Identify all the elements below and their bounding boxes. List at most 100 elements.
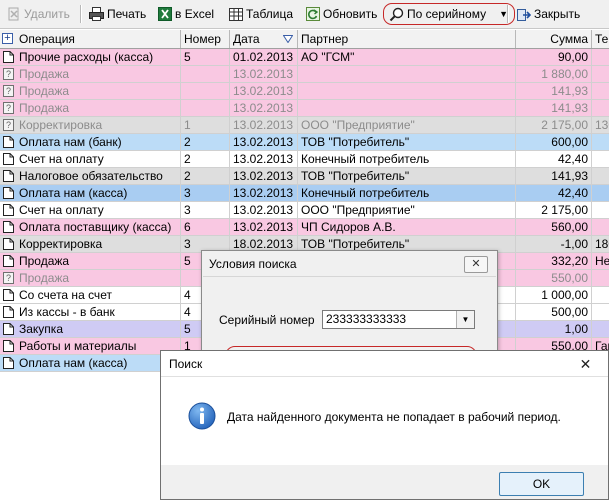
unknown-document-icon: ? (3, 119, 14, 131)
cell-number: 2 (181, 134, 230, 150)
excel-label: в Excel (175, 7, 215, 21)
document-icon (3, 238, 14, 250)
cell-sum: 42,40 (516, 185, 592, 201)
exit-icon (516, 7, 531, 22)
cell-partner: ООО "Предприятие" (298, 202, 516, 218)
cell-sum: 1 000,00 (516, 287, 592, 303)
cell-extra (592, 49, 609, 65)
table-row[interactable]: Налоговое обязательство 2 13.02.2013 ТОВ "П… (0, 168, 609, 185)
close-label: Закрыть (534, 7, 581, 21)
serial-number-combobox[interactable]: 233333333333 ▼ (322, 310, 475, 329)
delete-icon (6, 7, 21, 22)
cell-extra (592, 202, 609, 218)
table-row[interactable]: Счет на оплату 3 13.02.2013 ООО "Предприяти… (0, 202, 609, 219)
serial-search-button[interactable]: По серийному ▼ (383, 3, 515, 25)
serial-number-value[interactable]: 233333333333 (326, 312, 406, 326)
cell-sum: 141,93 (516, 83, 592, 99)
cell-partner (298, 83, 516, 99)
delete-label: Удалить (24, 7, 70, 21)
cell-partner: ТОВ "Потребитель" (298, 134, 516, 150)
table-row[interactable]: Продажа? 13.02.2013 1 880,00 (0, 66, 609, 83)
table-button[interactable]: Таблица (225, 4, 296, 24)
cell-number (181, 66, 230, 82)
cell-extra (592, 287, 609, 303)
table-row[interactable]: Оплата нам (касса) 3 13.02.2013 Конечный по… (0, 185, 609, 202)
cell-date: 13.02.2013 (230, 117, 298, 133)
table-row[interactable]: Счет на оплату 2 13.02.2013 Конечный потреб… (0, 151, 609, 168)
cell-extra (592, 83, 609, 99)
document-icon (3, 323, 14, 335)
cell-sum: 90,00 (516, 49, 592, 65)
ok-button[interactable]: OK (499, 472, 584, 496)
column-date[interactable]: Дата (230, 30, 298, 48)
message-title: Поиск (169, 357, 203, 371)
cell-operation: Со счета на счет (0, 287, 181, 303)
cell-extra: 130 (595, 118, 609, 132)
cell-partner: АО "ГСМ" (298, 49, 516, 65)
column-partner-label: Партнер (301, 32, 349, 46)
magnifier-icon (389, 7, 404, 22)
sort-descending-icon (283, 35, 293, 43)
cell-extra (592, 219, 609, 235)
cell-operation: Закупка (0, 321, 181, 337)
document-icon (3, 170, 14, 182)
search-message-box: Поиск ✕ Дата найденного документа не поп… (160, 350, 609, 500)
column-sum-label: Сумма (550, 32, 588, 46)
cell-sum: 42,40 (516, 151, 592, 167)
grid-header: + Операция Номер Дата Партнер Сумма Те (0, 30, 609, 49)
refresh-button[interactable]: Обновить (302, 4, 380, 24)
toolbar-separator (80, 5, 82, 23)
table-row[interactable]: Продажа? 13.02.2013 141,93 (0, 83, 609, 100)
cell-operation: Корректировка (0, 236, 181, 252)
cell-extra (592, 134, 609, 150)
delete-button[interactable]: Удалить (3, 4, 73, 24)
cell-date: 13.02.2013 (230, 134, 298, 150)
document-icon (3, 204, 14, 216)
cell-number: 6 (181, 219, 230, 235)
cell-partner: Конечный потребитель (298, 151, 516, 167)
cell-number (181, 83, 230, 99)
column-number[interactable]: Номер (181, 30, 230, 48)
print-button[interactable]: Печать (86, 4, 149, 24)
dialog-title: Условия поиска (209, 257, 297, 271)
cell-extra (592, 151, 609, 167)
column-sum[interactable]: Сумма (516, 30, 592, 48)
table-row[interactable]: Прочие расходы (касса) 5 01.02.2013 АО "ГСМ… (0, 49, 609, 66)
close-button[interactable]: Закрыть (513, 4, 583, 24)
cell-number: 2 (181, 168, 230, 184)
cell-operation: Оплата поставщику (касса) (0, 219, 181, 235)
column-extra-label: Те (595, 32, 609, 46)
unknown-document-icon: ? (3, 68, 14, 80)
cell-date: 13.02.2013 (230, 83, 298, 99)
expand-plus-icon[interactable]: + (2, 33, 13, 44)
message-close-button[interactable]: ✕ (563, 351, 608, 377)
chevron-down-icon[interactable]: ▼ (456, 311, 474, 328)
cell-operation: Работы и материалы (0, 338, 181, 354)
cell-extra (592, 321, 609, 337)
table-row[interactable]: Оплата нам (банк) 2 13.02.2013 ТОВ "Потреби… (0, 134, 609, 151)
column-extra[interactable]: Те (592, 30, 609, 48)
cell-partner: ЧП Сидоров А.В. (298, 219, 516, 235)
cell-partner: ТОВ "Потребитель" (298, 168, 516, 184)
cell-extra: Нед (595, 254, 609, 268)
cell-extra (592, 168, 609, 184)
cell-sum: 2 175,00 (516, 202, 592, 218)
cell-sum: 141,93 (516, 168, 592, 184)
cell-operation: Оплата нам (касса) (0, 185, 181, 201)
toolbar: Удалить Печать в Excel Таблица Обновить … (0, 0, 609, 29)
cell-date: 13.02.2013 (230, 168, 298, 184)
document-icon (3, 289, 14, 301)
cell-operation: Продажа (0, 83, 181, 99)
excel-button[interactable]: в Excel (154, 4, 217, 24)
close-icon: ✕ (471, 258, 481, 270)
cell-date: 13.02.2013 (230, 100, 298, 116)
table-row[interactable]: Продажа? 13.02.2013 141,93 (0, 100, 609, 117)
document-icon (3, 340, 14, 352)
table-row[interactable]: Корректировка? 1 13.02.2013 ООО "Предприяти… (0, 117, 609, 134)
column-partner[interactable]: Партнер (298, 30, 516, 48)
table-row[interactable]: Оплата поставщику (касса) 6 13.02.2013 ЧП С… (0, 219, 609, 236)
column-operation[interactable]: + Операция (0, 30, 181, 48)
dialog-close-button[interactable]: ✕ (464, 256, 488, 273)
cell-extra (592, 185, 609, 201)
unknown-document-icon: ? (3, 85, 14, 97)
